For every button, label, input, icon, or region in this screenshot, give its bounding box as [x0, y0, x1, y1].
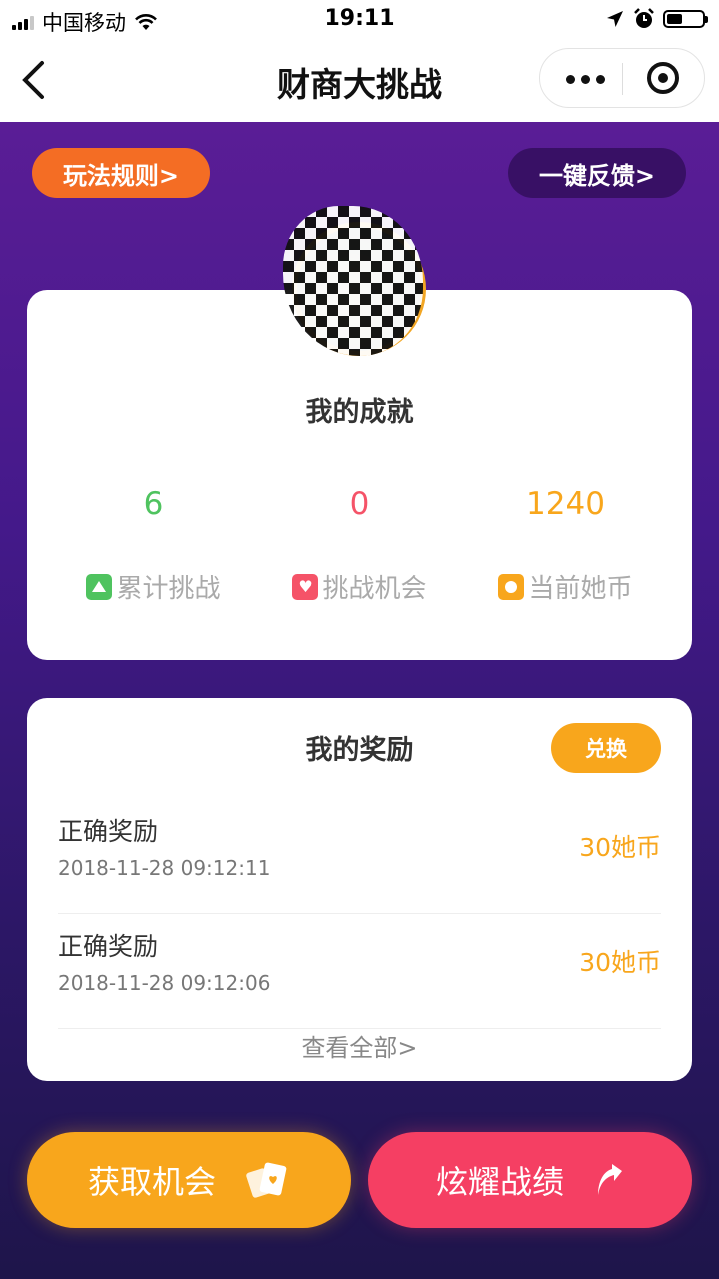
- stat-challenge-chances: 0: [349, 486, 370, 522]
- reward-amount: 30她币: [579, 833, 661, 862]
- coin-icon: [498, 573, 525, 600]
- nav-bar: 财商大挑战: [0, 40, 719, 122]
- get-chance-label: 获取机会: [87, 1163, 216, 1201]
- cards-icon: [246, 1162, 287, 1198]
- reward-name: 正确奖励: [58, 932, 159, 961]
- achievements-title: 我的成就: [305, 397, 414, 428]
- reward-amount: 30她币: [579, 948, 661, 977]
- feedback-button[interactable]: 一键反馈>: [508, 148, 686, 198]
- rewards-card: 我的奖励 兑换 正确奖励 2018-11-28 09:12:11 30她币 正确…: [27, 698, 692, 1081]
- more-icon[interactable]: [566, 75, 605, 84]
- show-off-button[interactable]: 炫耀战绩: [368, 1132, 692, 1228]
- reward-name: 正确奖励: [58, 817, 159, 846]
- stat-label-chances: ♥ 挑战机会: [249, 568, 470, 605]
- stat-current-coins: 1240: [526, 486, 605, 522]
- battery-icon: [663, 10, 708, 28]
- mini-program-capsule: [539, 48, 705, 108]
- stat-label-coins: 当前她币: [455, 568, 676, 605]
- reward-date: 2018-11-28 09:12:11: [58, 856, 271, 880]
- list-item: 正确奖励 2018-11-28 09:12:11 30她币: [58, 798, 661, 914]
- heart-icon: ♥: [292, 573, 319, 600]
- stat-label-total: 累计挑战: [43, 568, 264, 605]
- list-item: 正确奖励 2018-11-28 09:12:06 30她币: [58, 913, 661, 1029]
- rules-button[interactable]: 玩法规则>: [32, 148, 210, 198]
- status-bar: 中国移动 19:11: [0, 0, 719, 40]
- view-all-link[interactable]: 查看全部>: [27, 1028, 692, 1063]
- share-arrow-icon: [598, 1164, 622, 1195]
- main-content: 玩法规则> 一键反馈> 我的成就 6 0 1240 累计挑战 ♥ 挑战机会 当前…: [0, 122, 719, 1279]
- stat-total-challenges: 6: [143, 486, 164, 522]
- alarm-clock-icon: [634, 8, 654, 28]
- get-chance-button[interactable]: 获取机会: [27, 1132, 351, 1228]
- location-arrow-icon: [607, 11, 623, 27]
- reward-date: 2018-11-28 09:12:06: [58, 971, 271, 995]
- close-target-icon[interactable]: [647, 62, 679, 94]
- triangle-icon: [86, 573, 113, 600]
- show-off-label: 炫耀战绩: [435, 1163, 564, 1201]
- exchange-button[interactable]: 兑换: [551, 723, 661, 773]
